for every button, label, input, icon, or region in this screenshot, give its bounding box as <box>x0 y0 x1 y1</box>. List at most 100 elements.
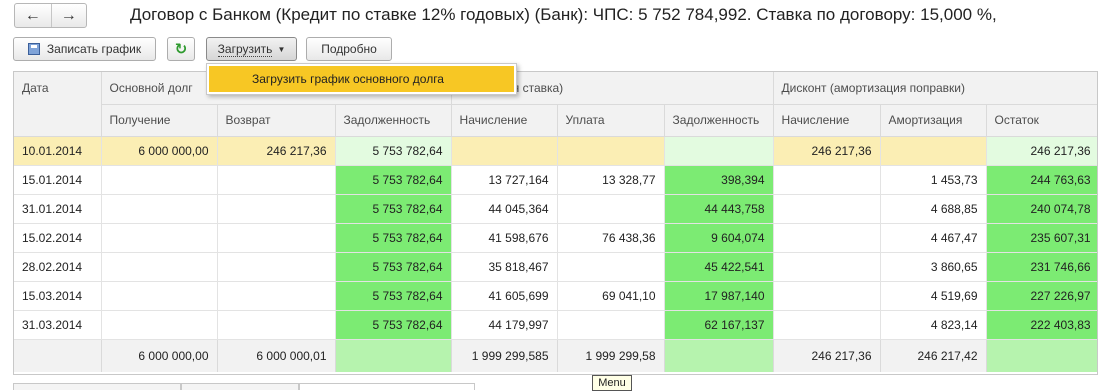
table-cell[interactable]: 5 753 782,64 <box>335 194 452 224</box>
page-title: Договор с Банком (Кредит по ставке 12% г… <box>130 5 997 24</box>
table-cell[interactable]: 227 226,97 <box>986 281 1097 311</box>
date-cell[interactable]: 31.03.2014 <box>14 310 102 340</box>
table-cell[interactable]: 5 753 782,64 <box>335 281 452 311</box>
table-cell[interactable] <box>773 194 881 224</box>
table-cell[interactable]: 240 074,78 <box>986 194 1097 224</box>
table-cell[interactable]: 1 453,73 <box>880 165 987 195</box>
table-cell[interactable]: 13 328,77 <box>557 165 665 195</box>
date-cell[interactable]: 28.02.2014 <box>14 252 102 282</box>
table-row[interactable]: 10.01.2014 6 000 000,00 246 217,36 5 753 78… <box>14 136 1097 166</box>
table-cell[interactable]: 6 000 000,00 <box>101 136 218 166</box>
title-bar: ← → Договор с Банком (Кредит по ставке 1… <box>0 0 1115 34</box>
menu-item-load-principal-schedule[interactable]: Загрузить график основного долга <box>209 66 514 92</box>
table-row[interactable]: 15.01.2014 5 753 782,64 13 727,164 13 328,7… <box>14 165 1097 195</box>
table-cell[interactable]: 35 818,467 <box>451 252 558 282</box>
table-cell[interactable]: 4 519,69 <box>880 281 987 311</box>
table-cell[interactable]: 5 753 782,64 <box>335 310 452 340</box>
table-cell[interactable]: 246 217,36 <box>773 136 881 166</box>
table-cell[interactable]: 44 443,758 <box>664 194 774 224</box>
column-header[interactable]: Возврат <box>217 104 336 137</box>
table-cell[interactable] <box>773 281 881 311</box>
table-cell[interactable] <box>217 194 336 224</box>
table-cell[interactable]: 44 179,997 <box>451 310 558 340</box>
table-cell[interactable] <box>101 310 218 340</box>
detail-button[interactable]: Подробно <box>306 37 392 61</box>
total-cell: 1 999 299,58 <box>557 338 665 372</box>
table-cell[interactable] <box>217 310 336 340</box>
column-header[interactable]: Уплата <box>557 104 665 137</box>
table-row[interactable]: 31.03.2014 5 753 782,64 44 179,997 62 167,1… <box>14 310 1097 340</box>
table-cell[interactable] <box>217 252 336 282</box>
table-cell[interactable] <box>773 223 881 253</box>
table-cell[interactable]: 76 438,36 <box>557 223 665 253</box>
table-cell[interactable]: 246 217,36 <box>986 136 1097 166</box>
table-cell[interactable] <box>101 165 218 195</box>
table-cell[interactable] <box>101 194 218 224</box>
table-cell[interactable] <box>217 223 336 253</box>
table-cell[interactable] <box>773 165 881 195</box>
table-cell[interactable]: 246 217,36 <box>217 136 336 166</box>
table-cell[interactable]: 235 607,31 <box>986 223 1097 253</box>
table-cell[interactable]: 4 823,14 <box>880 310 987 340</box>
table-cell[interactable]: 13 727,164 <box>451 165 558 195</box>
table-cell[interactable]: 62 167,137 <box>664 310 774 340</box>
table-cell[interactable] <box>451 136 558 166</box>
table-cell[interactable]: 69 041,10 <box>557 281 665 311</box>
table-cell[interactable] <box>557 136 665 166</box>
table-cell[interactable] <box>773 310 881 340</box>
table-cell[interactable]: 5 753 782,64 <box>335 223 452 253</box>
table-cell[interactable]: 44 045,364 <box>451 194 558 224</box>
table-cell[interactable]: 4 688,85 <box>880 194 987 224</box>
back-button[interactable]: ← <box>15 4 51 27</box>
table-cell[interactable]: 17 987,140 <box>664 281 774 311</box>
table-cell[interactable]: 398,394 <box>664 165 774 195</box>
table-cell[interactable] <box>101 223 218 253</box>
table-cell[interactable]: 231 746,66 <box>986 252 1097 282</box>
column-header[interactable]: Остаток <box>986 104 1097 137</box>
table-cell[interactable] <box>557 310 665 340</box>
date-cell[interactable]: 31.01.2014 <box>14 194 102 224</box>
table-cell[interactable]: 5 753 782,64 <box>335 252 452 282</box>
table-row[interactable]: 15.03.2014 5 753 782,64 41 605,699 69 041,1… <box>14 281 1097 311</box>
column-header[interactable]: Начисление <box>451 104 558 137</box>
column-header[interactable]: Задолженность <box>664 104 774 137</box>
table-row[interactable]: 28.02.2014 5 753 782,64 35 818,467 45 422,5… <box>14 252 1097 282</box>
table-cell[interactable] <box>773 252 881 282</box>
table-row[interactable]: 31.01.2014 5 753 782,64 44 045,364 44 443,7… <box>14 194 1097 224</box>
date-cell[interactable]: 15.03.2014 <box>14 281 102 311</box>
column-header[interactable]: Амортизация <box>880 104 987 137</box>
table-cell[interactable] <box>217 281 336 311</box>
save-schedule-button[interactable]: Записать график <box>13 37 156 61</box>
forward-button[interactable]: → <box>50 4 87 27</box>
table-row[interactable]: 15.02.2014 5 753 782,64 41 598,676 76 438,3… <box>14 223 1097 253</box>
table-cell[interactable] <box>101 281 218 311</box>
table-cell[interactable]: 3 860,65 <box>880 252 987 282</box>
table-cell[interactable] <box>217 165 336 195</box>
table-cell[interactable]: 9 604,074 <box>664 223 774 253</box>
table-cell[interactable]: 5 753 782,64 <box>335 136 452 166</box>
table-cell[interactable]: 222 403,83 <box>986 310 1097 340</box>
table-cell[interactable] <box>664 136 774 166</box>
table-cell[interactable]: 41 598,676 <box>451 223 558 253</box>
floppy-disk-icon <box>27 43 40 55</box>
table-cell[interactable]: 45 422,541 <box>664 252 774 282</box>
date-cell[interactable]: 15.01.2014 <box>14 165 102 195</box>
table-cell[interactable] <box>101 252 218 282</box>
total-cell: 1 999 299,585 <box>451 338 558 372</box>
table-cell[interactable]: 4 467,47 <box>880 223 987 253</box>
table-cell[interactable]: 244 763,63 <box>986 165 1097 195</box>
table-cell[interactable] <box>880 136 987 166</box>
date-cell[interactable]: 15.02.2014 <box>14 223 102 253</box>
column-header[interactable]: Задолженность <box>335 104 452 137</box>
total-cell <box>14 338 102 372</box>
table-cell[interactable]: 41 605,699 <box>451 281 558 311</box>
load-button[interactable]: Загрузить ▼ <box>206 37 297 61</box>
column-header[interactable]: Начисление <box>773 104 881 137</box>
table-cell[interactable] <box>557 194 665 224</box>
column-header[interactable]: Получение <box>101 104 218 137</box>
date-cell[interactable]: 10.01.2014 <box>14 136 102 166</box>
table-cell[interactable] <box>557 252 665 282</box>
column-header-date[interactable]: Дата <box>14 72 102 137</box>
refresh-button[interactable]: ↻ <box>167 37 195 61</box>
table-cell[interactable]: 5 753 782,64 <box>335 165 452 195</box>
